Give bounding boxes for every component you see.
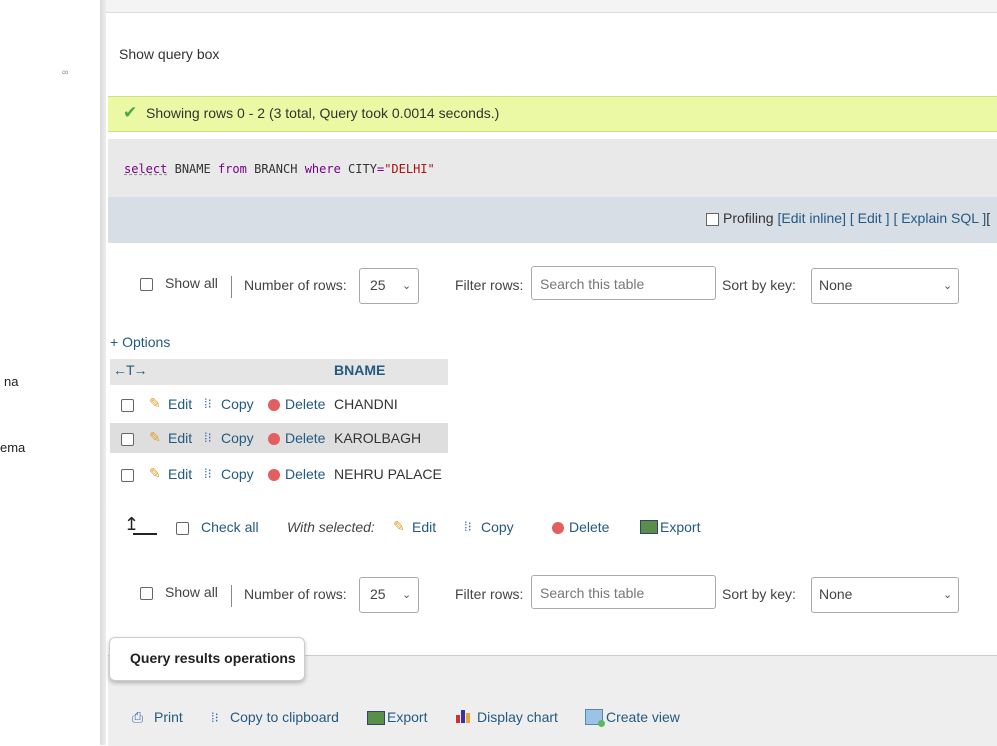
row-delete-link[interactable]: Delete	[285, 396, 325, 412]
pencil-icon[interactable]: ✎	[149, 429, 161, 446]
export-icon[interactable]	[640, 520, 658, 534]
check-icon: ✔	[123, 103, 138, 122]
row-delete-link[interactable]: Delete	[285, 430, 325, 446]
number-of-rows-value: 25	[370, 277, 386, 293]
separator	[231, 585, 232, 607]
row-delete-link[interactable]: Delete	[285, 466, 325, 482]
sidebar-item-ema[interactable]: ema	[0, 440, 25, 455]
table-cell-bname: CHANDNI	[334, 396, 398, 412]
bulk-copy-button[interactable]: Copy	[481, 519, 514, 535]
row-edit-link[interactable]: Edit	[168, 430, 192, 446]
row-copy-link[interactable]: Copy	[221, 466, 254, 482]
arrow-line	[133, 533, 157, 535]
create-view-link[interactable]: Create view	[606, 709, 680, 725]
pencil-icon[interactable]: ✎	[393, 518, 405, 535]
link-icon[interactable]: ∞	[62, 67, 68, 77]
print-link[interactable]: Print	[154, 709, 183, 725]
create-view-icon[interactable]	[585, 709, 605, 727]
row-edit-link[interactable]: Edit	[168, 396, 192, 412]
bulk-export-button[interactable]: Export	[660, 519, 700, 535]
sidebar	[0, 0, 100, 745]
filter-rows-label: Filter rows:	[455, 586, 524, 602]
bar-chart-icon[interactable]	[456, 707, 474, 723]
number-of-rows-value: 25	[370, 586, 386, 602]
copy-icon[interactable]: ⁞⁝	[464, 519, 472, 535]
copy-icon[interactable]: ⁞⁝	[204, 430, 212, 446]
sort-by-key-value: None	[819, 277, 853, 293]
query-results-operations-title: Query results operations	[130, 650, 296, 666]
sql-value: "DELHI"	[384, 162, 435, 176]
sql-column: BNAME	[174, 162, 211, 176]
check-all-label[interactable]: Check all	[201, 519, 259, 535]
row-copy-link[interactable]: Copy	[221, 430, 254, 446]
copy-icon[interactable]: ⁞⁝	[211, 710, 219, 726]
column-arrows-icon[interactable]: ←T→	[113, 362, 148, 378]
delete-icon[interactable]	[552, 522, 564, 534]
sort-by-key-label: Sort by key:	[722, 586, 796, 602]
sql-table: BRANCH	[254, 162, 298, 176]
sql-keyword-where: where	[304, 162, 341, 176]
copy-icon[interactable]: ⁞⁝	[204, 466, 212, 482]
delete-icon[interactable]	[268, 433, 280, 445]
filter-rows-input[interactable]: Search this table	[531, 575, 716, 609]
profiling-checkbox[interactable]	[706, 213, 719, 226]
table-header	[110, 359, 448, 385]
chevron-down-icon: ⌄	[943, 589, 953, 601]
profiling-links: Profiling [Edit inline] [ Edit ] [ Expla…	[723, 210, 990, 226]
copy-icon[interactable]: ⁞⁝	[204, 396, 212, 412]
options-link[interactable]: + Options	[110, 334, 170, 350]
show-all-checkbox[interactable]	[140, 587, 153, 600]
chevron-down-icon: ⌄	[943, 280, 953, 292]
row-checkbox[interactable]	[121, 399, 134, 412]
number-of-rows-label: Number of rows:	[244, 277, 347, 293]
export-link[interactable]: Export	[387, 709, 427, 725]
separator	[231, 276, 232, 298]
show-all-label[interactable]: Show all	[165, 275, 218, 291]
row-copy-link[interactable]: Copy	[221, 396, 254, 412]
pencil-icon[interactable]: ✎	[149, 395, 161, 412]
table-cell-bname: KAROLBAGH	[334, 430, 422, 446]
chevron-down-icon: ⌄	[402, 589, 412, 601]
chevron-down-icon: ⌄	[402, 280, 412, 292]
edit-link[interactable]: [ Edit ]	[850, 210, 890, 226]
bulk-delete-button[interactable]: Delete	[569, 519, 609, 535]
row-checkbox[interactable]	[121, 433, 134, 446]
pencil-icon[interactable]: ✎	[149, 465, 161, 482]
with-selected-label: With selected:	[287, 519, 375, 535]
explain-sql-link[interactable]: [ Explain SQL ]	[893, 210, 986, 226]
sql-keyword-from: from	[217, 162, 247, 176]
display-chart-link[interactable]: Display chart	[477, 709, 558, 725]
delete-icon[interactable]	[268, 469, 280, 481]
profiling-label[interactable]: Profiling	[723, 210, 774, 226]
table-cell-bname: NEHRU PALACE	[334, 466, 442, 482]
show-query-box-link[interactable]: Show query box	[119, 46, 219, 62]
row-edit-link[interactable]: Edit	[168, 466, 192, 482]
sidebar-divider[interactable]	[100, 0, 106, 745]
sort-by-key-label: Sort by key:	[722, 277, 796, 293]
check-all-checkbox[interactable]	[176, 522, 189, 535]
sql-field: CITY	[348, 162, 377, 176]
bulk-edit-button[interactable]: Edit	[412, 519, 436, 535]
column-header-bname[interactable]: BNAME	[334, 362, 385, 378]
sort-by-key-value: None	[819, 586, 853, 602]
delete-icon[interactable]	[268, 399, 280, 411]
top-strip	[106, 0, 997, 13]
filter-rows-label: Filter rows:	[455, 277, 524, 293]
filter-rows-input[interactable]: Search this table	[531, 266, 716, 300]
truncated-link: [	[986, 210, 991, 226]
print-icon[interactable]: ⎙	[132, 709, 143, 726]
edit-inline-link[interactable]: [Edit inline]	[777, 210, 845, 226]
show-all-checkbox[interactable]	[140, 278, 153, 291]
arrow-up-icon: ↥	[124, 514, 140, 534]
copy-to-clipboard-link[interactable]: Copy to clipboard	[230, 709, 339, 725]
number-of-rows-label: Number of rows:	[244, 586, 347, 602]
show-all-label[interactable]: Show all	[165, 584, 218, 600]
sql-query[interactable]: select BNAME from BRANCH where CITY="DEL…	[124, 162, 435, 176]
sql-keyword-select[interactable]: select	[124, 162, 167, 176]
sidebar-item-na[interactable]: na	[4, 374, 18, 389]
row-checkbox[interactable]	[121, 469, 134, 482]
export-icon[interactable]	[367, 711, 385, 725]
success-message: Showing rows 0 - 2 (3 total, Query took …	[146, 105, 500, 121]
